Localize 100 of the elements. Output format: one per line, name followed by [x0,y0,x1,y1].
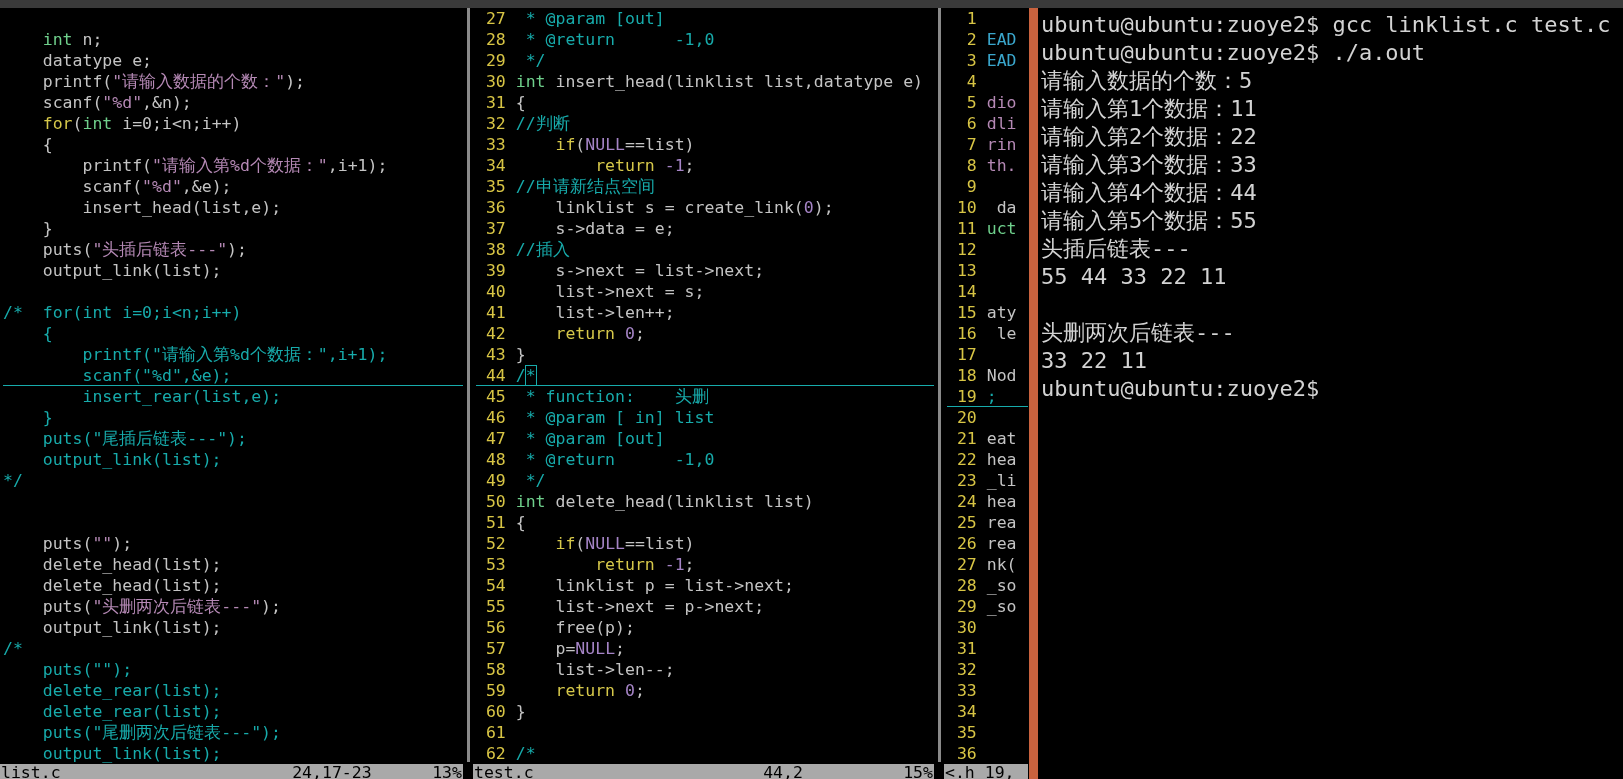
line-number: 12 [955,239,977,260]
code-line: */ [524,470,546,491]
code-line: puts(""); [41,533,133,554]
line-number: 17 [955,344,977,365]
line-number: 49 [484,470,506,491]
code-line: _so [986,596,1017,617]
code-line: le [995,323,1017,344]
code-line: delete_rear(list); [41,680,222,701]
line-number: 53 [484,554,506,575]
line-number: 26 [955,533,977,554]
code-line: return 0; [554,323,645,344]
code-line: _so [986,575,1017,596]
code-line: */ [3,470,23,491]
line-number: 6 [965,113,977,134]
code-line: da [995,197,1017,218]
code-line: dio [986,92,1017,113]
code-line: _li [986,470,1017,491]
code-line: nk( [986,554,1017,575]
line-number: 29 [955,596,977,617]
code-line: hea [986,491,1017,512]
code-line: eat [986,428,1017,449]
code-line: } [515,701,526,722]
line-number: 47 [484,428,506,449]
code-line: } [41,218,53,239]
code-line: s->next = list->next; [554,260,765,281]
line-number: 35 [484,176,506,197]
line-number: 11 [955,218,977,239]
code-line: output_link(list); [41,449,222,470]
line-number: 19 [955,386,977,406]
code-line: list->next = s; [554,281,705,302]
code-line: EAD [986,29,1017,50]
code-line: delete_head(list); [41,554,222,575]
line-number: 34 [484,155,506,176]
code-line: EAD [986,50,1017,71]
line-number: 33 [484,134,506,155]
code-line: s->data = e; [554,218,675,239]
code-line: list->len--; [554,659,675,680]
terminal-line: 请输入第2个数据：22 [1041,123,1258,151]
line-number: 43 [484,344,506,365]
code-line: printf("请输入第%d个数据：",i+1); [81,344,388,365]
line-number: 59 [484,680,506,701]
line-number: 60 [484,701,506,722]
line-number: 1 [965,8,977,29]
line-number: 39 [484,260,506,281]
line-number: 29 [484,50,506,71]
code-line: uct [986,218,1017,239]
code-line: return -1; [594,155,695,176]
scroll-percent: 15% [903,764,934,779]
line-number: 20 [955,407,977,428]
code-line: //插入 [515,239,570,260]
code-line: hea [986,449,1017,470]
line-number: 24 [955,491,977,512]
code-line: p=NULL; [554,638,625,659]
code-line: /* [515,365,536,385]
code-line: printf("请输入数据的个数："); [41,71,306,92]
line-number: 16 [955,323,977,344]
line-number: 5 [965,92,977,113]
line-number: 8 [965,155,977,176]
code-line: int delete_head(linklist list) [515,491,814,512]
line-number: 2 [965,29,977,50]
code-line: insert_rear(list,e); [81,386,282,407]
code-line: scanf("%d",&n); [41,92,192,113]
code-line: * @param [ in] list [524,407,715,428]
code-line: list->len++; [554,302,675,323]
line-number: 14 [955,281,977,302]
code-line: output_link(list); [41,260,222,281]
line-number: 23 [955,470,977,491]
code-line: */ [524,50,546,71]
code-line: /* for(int i=0;i<n;i++) [3,302,242,323]
line-number: 41 [484,302,506,323]
line-number: 58 [484,659,506,680]
line-number: 36 [484,197,506,218]
code-line: if(NULL==list) [554,134,695,155]
code-line: return 0; [554,680,645,701]
terminal-line: 头插后链表--- [1041,235,1192,263]
line-number: 40 [484,281,506,302]
line-number: 45 [484,386,506,407]
line-number: 4 [965,71,977,92]
code-line: * @return -1,0 [524,449,715,470]
code-line: rea [986,512,1017,533]
line-number: 10 [955,197,977,218]
code-line: free(p); [554,617,635,638]
code-line: list->next = p->next; [554,596,765,617]
file-name: list.c [0,764,62,779]
line-number: 31 [955,638,977,659]
line-number: 25 [955,512,977,533]
code-line: delete_rear(list); [41,701,222,722]
line-number: 46 [484,407,506,428]
line-number: 7 [965,134,977,155]
code-line: /* [3,638,23,659]
code-line: rin [986,134,1017,155]
code-line: for(int i=0;i<n;i++) [41,113,242,134]
code-line: //申请新结点空间 [515,176,655,197]
code-line: int n; [41,29,103,50]
terminal-line: 头删两次后链表--- [1041,319,1236,347]
code-line: //判断 [515,113,570,134]
terminal-line: ubuntu@ubuntu:zuoye2$ [1041,375,1321,403]
line-number: 55 [484,596,506,617]
terminal-line: 请输入第5个数据：55 [1041,207,1258,235]
line-number: 28 [484,29,506,50]
